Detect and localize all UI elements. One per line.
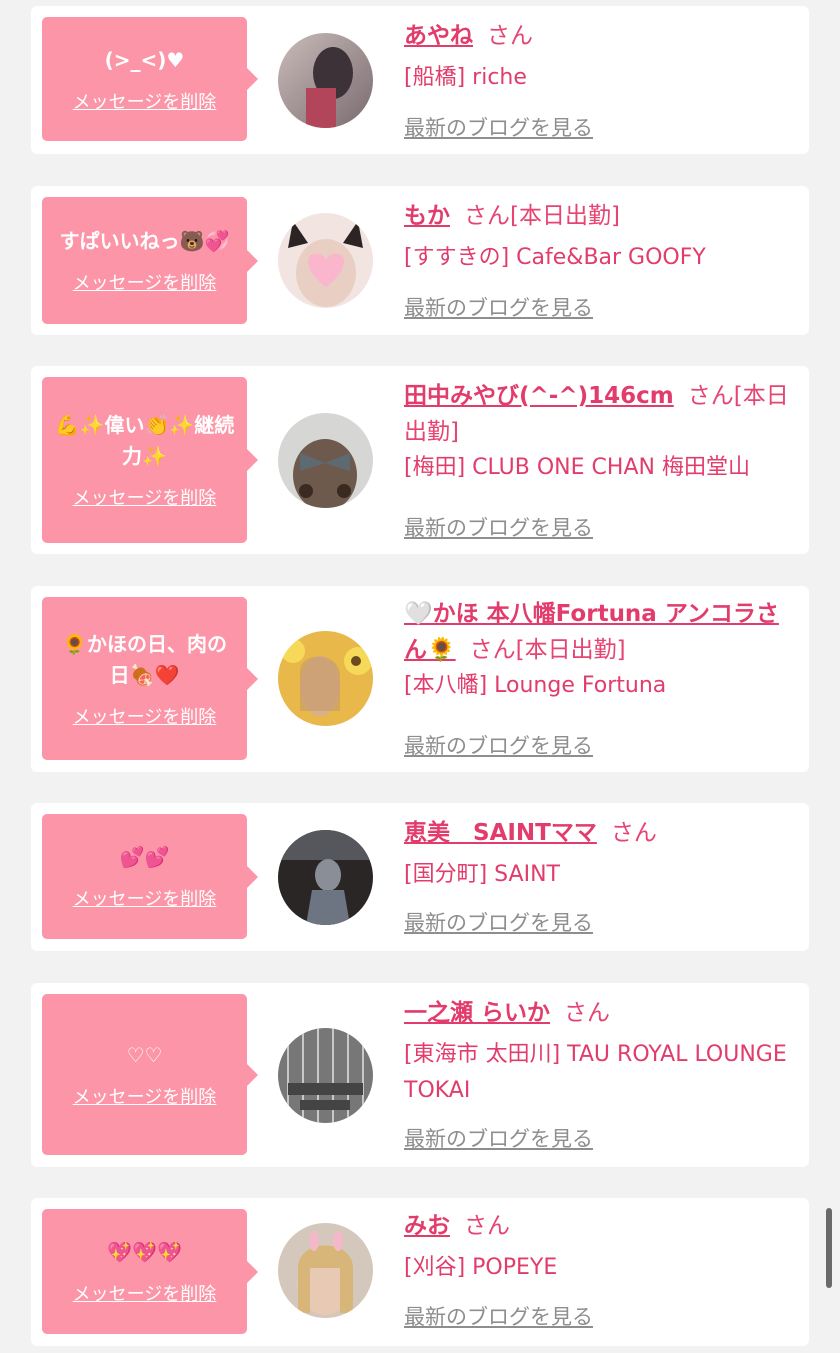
delete-message-link[interactable]: メッセージを削除 — [73, 484, 217, 510]
message-text: 💕💕 — [119, 845, 170, 869]
blog-link[interactable]: 最新のブログを見る — [404, 730, 593, 760]
delete-message-link[interactable]: メッセージを削除 — [73, 1280, 217, 1306]
san-label: さん — [487, 23, 533, 49]
avatar[interactable] — [278, 1223, 373, 1318]
list-item: 💕💕 メッセージを削除 恵美 SAINTママ さん [国分町] SAINT 最新の… — [31, 803, 809, 951]
san-label: さん — [610, 820, 657, 846]
message-bubble: ♡♡ メッセージを削除 — [42, 994, 258, 1155]
blog-link[interactable]: 最新のブログを見る — [404, 1301, 593, 1331]
cast-info: 🤍かほ 本八幡Fortuna アンコラさん🌻 さん[本日出勤] [本八幡] Lou… — [404, 596, 799, 704]
list-item: すぱいいねっ🐻💞 メッセージを削除 もか さん[本日出勤] [すすきの] Cafe… — [31, 186, 809, 335]
shop-text: [本八幡] Lounge Fortuna — [404, 673, 667, 698]
cast-info: あやね さん [船橋] riche — [404, 18, 799, 96]
blog-link[interactable]: 最新のブログを見る — [404, 292, 593, 322]
message-bubble: 💪✨偉い👏✨継続力✨ メッセージを削除 — [42, 377, 258, 543]
shop-text: [国分町] SAINT — [404, 862, 560, 887]
blog-link[interactable]: 最新のブログを見る — [404, 112, 593, 142]
san-label: さん — [469, 637, 516, 663]
message-text: (>_<)♥ — [104, 47, 185, 72]
shop-text: [梅田] CLUB ONE CHAN 梅田堂山 — [404, 455, 750, 480]
blog-link[interactable]: 最新のブログを見る — [404, 1123, 593, 1153]
status-text: [本日出勤] — [515, 637, 626, 663]
delete-message-link[interactable]: メッセージを削除 — [73, 1083, 217, 1109]
favorites-list: (>_<)♥ メッセージを削除 あやね さん [船橋] riche 最新のブログを… — [0, 0, 840, 1353]
avatar[interactable] — [278, 33, 373, 128]
blog-link[interactable]: 最新のブログを見る — [404, 512, 593, 542]
cast-name-link[interactable]: あやね — [404, 23, 473, 49]
avatar[interactable] — [278, 413, 373, 508]
message-text: ♡♡ — [126, 1043, 163, 1067]
blog-link[interactable]: 最新のブログを見る — [404, 907, 593, 937]
cast-info: もか さん[本日出勤] [すすきの] Cafe&Bar GOOFY — [404, 198, 799, 276]
message-text: 💪✨偉い👏✨継続力✨ — [54, 413, 235, 468]
shop-text: [すすきの] Cafe&Bar GOOFY — [404, 245, 706, 270]
delete-message-link[interactable]: メッセージを削除 — [73, 885, 217, 911]
list-item: 🌻かほの日、肉の日🍖❤️ メッセージを削除 🤍かほ 本八幡Fortuna アンコ… — [31, 586, 809, 772]
message-bubble: すぱいいねっ🐻💞 メッセージを削除 — [42, 197, 258, 324]
message-bubble: 🌻かほの日、肉の日🍖❤️ メッセージを削除 — [42, 597, 258, 760]
message-text: 💖💖💖 — [107, 1240, 182, 1264]
san-label: さん — [464, 203, 510, 229]
avatar[interactable] — [278, 213, 373, 308]
san-label: さん — [564, 1000, 611, 1026]
shop-text: [船橋] riche — [404, 65, 527, 90]
shop-text: [東海市 太田川] TAU ROYAL LOUNGE TOKAI — [404, 1042, 787, 1103]
list-item: ♡♡ メッセージを削除 一之瀬 らいか さん [東海市 太田川] TAU ROYA… — [31, 983, 809, 1167]
list-item: 💪✨偉い👏✨継続力✨ メッセージを削除 田中みやび(^-^)146cm さん[本日… — [31, 366, 809, 554]
list-item: 💖💖💖 メッセージを削除 みお さん [刈谷] POPEYE 最新のブログを見る — [31, 1198, 809, 1346]
cast-info: 一之瀬 らいか さん [東海市 太田川] TAU ROYAL LOUNGE TOK… — [404, 995, 799, 1109]
delete-message-link[interactable]: メッセージを削除 — [73, 703, 217, 729]
san-label: さん — [687, 383, 734, 409]
shop-text: [刈谷] POPEYE — [404, 1255, 558, 1280]
delete-message-link[interactable]: メッセージを削除 — [73, 269, 217, 295]
cast-name-link[interactable]: 恵美 SAINTママ — [404, 820, 597, 846]
cast-info: 恵美 SAINTママ さん [国分町] SAINT — [404, 815, 799, 893]
message-text: 🌻かほの日、肉の日🍖❤️ — [62, 631, 227, 687]
message-bubble: 💕💕 メッセージを削除 — [42, 814, 258, 939]
avatar[interactable] — [278, 631, 373, 726]
cast-name-link[interactable]: みお — [404, 1213, 450, 1239]
list-item: (>_<)♥ メッセージを削除 あやね さん [船橋] riche 最新のブログを… — [31, 6, 809, 154]
avatar[interactable] — [278, 830, 373, 925]
delete-message-link[interactable]: メッセージを削除 — [73, 88, 217, 114]
cast-name-link[interactable]: もか — [404, 203, 450, 229]
avatar[interactable] — [278, 1028, 373, 1123]
cast-info: みお さん [刈谷] POPEYE — [404, 1208, 799, 1286]
status-text: [本日出勤] — [510, 203, 620, 229]
cast-info: 田中みやび(^-^)146cm さん[本日出勤] [梅田] CLUB ONE CH… — [404, 378, 799, 486]
message-bubble: 💖💖💖 メッセージを削除 — [42, 1209, 258, 1334]
san-label: さん — [464, 1213, 510, 1239]
message-bubble: (>_<)♥ メッセージを削除 — [42, 17, 258, 141]
message-text: すぱいいねっ🐻💞 — [59, 229, 230, 253]
scrollbar[interactable] — [826, 1208, 832, 1288]
cast-name-link[interactable]: 一之瀬 らいか — [404, 1000, 550, 1026]
cast-name-link[interactable]: 田中みやび(^-^)146cm — [404, 383, 674, 409]
